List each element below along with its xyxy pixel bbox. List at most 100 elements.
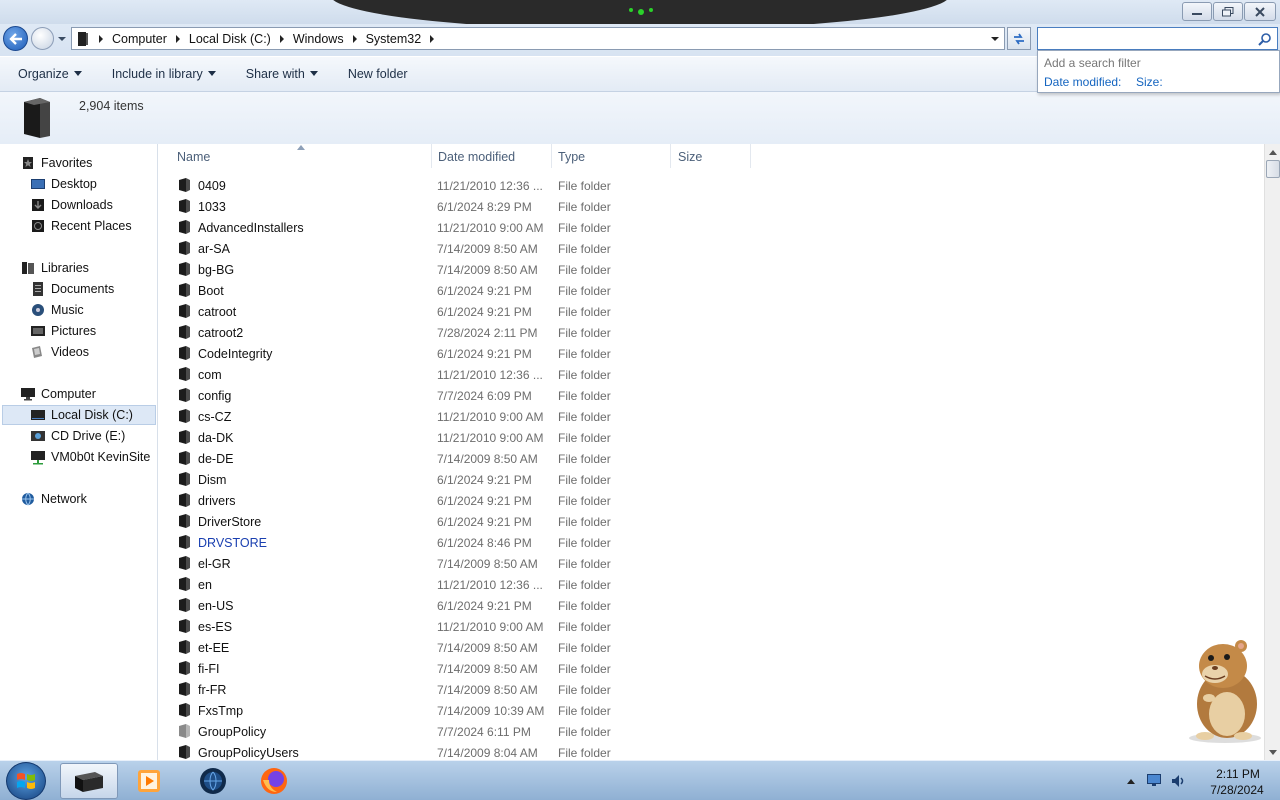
file-type: File folder [558, 431, 611, 445]
minimize-button[interactable] [1182, 2, 1212, 21]
file-date-modified: 6/1/2024 9:21 PM [437, 284, 532, 298]
taskbar-browser[interactable] [184, 763, 242, 799]
file-row[interactable]: fi-FI 7/14/2009 8:50 AM File folder [159, 658, 1264, 679]
file-row[interactable]: et-EE 7/14/2009 8:50 AM File folder [159, 637, 1264, 658]
scroll-down-button[interactable] [1265, 744, 1280, 760]
close-button[interactable] [1244, 2, 1276, 21]
file-row[interactable]: en-US 6/1/2024 9:21 PM File folder [159, 595, 1264, 616]
column-size[interactable]: Size [678, 150, 702, 164]
folder-icon [179, 661, 190, 675]
file-row[interactable]: de-DE 7/14/2009 8:50 AM File folder [159, 448, 1264, 469]
breadcrumb-root[interactable] [90, 34, 112, 44]
column-divider[interactable] [670, 144, 671, 168]
column-type[interactable]: Type [558, 150, 585, 164]
nav-documents[interactable]: Documents [30, 279, 114, 299]
column-divider[interactable] [431, 144, 432, 168]
share-with-menu[interactable]: Share with [246, 67, 318, 81]
column-divider[interactable] [551, 144, 552, 168]
nav-favorites[interactable]: Favorites [20, 153, 92, 173]
libraries-icon [22, 262, 34, 274]
scroll-up-button[interactable] [1265, 144, 1280, 160]
column-divider[interactable] [750, 144, 751, 168]
nav-local-disk[interactable]: Local Disk (C:) [2, 405, 156, 425]
file-row[interactable]: el-GR 7/14/2009 8:50 AM File folder [159, 553, 1264, 574]
nav-network-share[interactable]: VM0b0t KevinSite [30, 447, 150, 467]
search-icon[interactable] [1258, 32, 1272, 46]
nav-downloads[interactable]: Downloads [30, 195, 113, 215]
nav-recent-places[interactable]: Recent Places [30, 216, 132, 236]
new-folder-button[interactable]: New folder [348, 67, 408, 81]
file-row[interactable]: catroot 6/1/2024 9:21 PM File folder [159, 301, 1264, 322]
file-row[interactable]: GroupPolicyUsers 7/14/2009 8:04 AM File fo… [159, 742, 1264, 760]
file-row[interactable]: DriverStore 6/1/2024 9:21 PM File folder [159, 511, 1264, 532]
include-in-library-menu[interactable]: Include in library [112, 67, 216, 81]
filter-date-modified[interactable]: Date modified: [1044, 75, 1121, 89]
file-row[interactable]: FxsTmp 7/14/2009 10:39 AM File folder [159, 700, 1264, 721]
search-input[interactable] [1037, 27, 1278, 50]
restore-button[interactable] [1213, 2, 1243, 21]
file-row[interactable]: 0409 11/21/2010 12:36 ... File folder [159, 175, 1264, 196]
firefox-icon [261, 768, 287, 794]
vertical-scrollbar[interactable] [1264, 144, 1280, 760]
file-row[interactable]: drivers 6/1/2024 9:21 PM File folder [159, 490, 1264, 511]
taskbar-firefox[interactable] [245, 763, 303, 799]
back-button[interactable] [3, 26, 28, 51]
nav-desktop[interactable]: Desktop [30, 174, 97, 194]
file-row[interactable]: 1033 6/1/2024 8:29 PM File folder [159, 196, 1264, 217]
file-row[interactable]: en 11/21/2010 12:36 ... File folder [159, 574, 1264, 595]
taskbar-explorer[interactable] [60, 763, 118, 799]
forward-button[interactable] [31, 27, 54, 50]
organize-menu[interactable]: Organize [18, 67, 82, 81]
file-row[interactable]: DRVSTORE 6/1/2024 8:46 PM File folder [159, 532, 1264, 553]
address-bar[interactable]: Computer Local Disk (C:) Windows System3… [71, 27, 1005, 50]
clock-time[interactable]: 2:11 PM [1208, 767, 1268, 781]
file-row[interactable]: Boot 6/1/2024 9:21 PM File folder [159, 280, 1264, 301]
show-hidden-icons-icon[interactable] [1126, 777, 1136, 785]
file-date-modified: 11/21/2010 9:00 AM [437, 431, 544, 445]
breadcrumb-windows[interactable]: Windows [293, 32, 366, 46]
breadcrumb-system32[interactable]: System32 [366, 32, 444, 46]
nav-network[interactable]: Network [20, 489, 87, 509]
network-status-icon[interactable] [1146, 773, 1162, 787]
column-date-modified[interactable]: Date modified [438, 150, 515, 164]
file-row[interactable]: fr-FR 7/14/2009 8:50 AM File folder [159, 679, 1264, 700]
breadcrumb-computer[interactable]: Computer [112, 32, 189, 46]
nav-music[interactable]: Music [30, 300, 84, 320]
nav-videos[interactable]: Videos [30, 342, 89, 362]
file-row[interactable]: CodeIntegrity 6/1/2024 9:21 PM File folder [159, 343, 1264, 364]
refresh-button[interactable] [1007, 27, 1031, 50]
pictures-icon [31, 326, 45, 336]
start-button[interactable] [6, 762, 46, 800]
file-row[interactable]: GroupPolicy 7/7/2024 6:11 PM File folder [159, 721, 1264, 742]
file-date-modified: 6/1/2024 9:21 PM [437, 599, 532, 613]
filter-size[interactable]: Size: [1136, 75, 1163, 89]
file-row[interactable]: es-ES 11/21/2010 9:00 AM File folder [159, 616, 1264, 637]
clock-date[interactable]: 7/28/2024 [1202, 783, 1272, 797]
sort-ascending-icon [297, 145, 305, 150]
file-row[interactable]: ar-SA 7/14/2009 8:50 AM File folder [159, 238, 1264, 259]
file-name: GroupPolicyUsers [198, 746, 299, 760]
folder-icon [179, 199, 190, 213]
nav-libraries[interactable]: Libraries [20, 258, 89, 278]
file-row[interactable]: com 11/21/2010 12:36 ... File folder [159, 364, 1264, 385]
volume-icon[interactable] [1170, 773, 1186, 789]
file-row[interactable]: cs-CZ 11/21/2010 9:00 AM File folder [159, 406, 1264, 427]
file-row[interactable]: da-DK 11/21/2010 9:00 AM File folder [159, 427, 1264, 448]
folder-icon [179, 472, 190, 486]
file-row[interactable]: bg-BG 7/14/2009 8:50 AM File folder [159, 259, 1264, 280]
scroll-thumb[interactable] [1266, 160, 1280, 178]
nav-computer[interactable]: Computer [20, 384, 96, 404]
taskbar-media-player[interactable] [120, 763, 178, 799]
file-row[interactable]: Dism 6/1/2024 9:21 PM File folder [159, 469, 1264, 490]
address-history-dropdown-icon[interactable] [990, 34, 1000, 44]
nav-cd-drive[interactable]: CD Drive (E:) [30, 426, 125, 446]
recent-pages-dropdown-icon[interactable] [57, 34, 67, 44]
file-row[interactable]: catroot2 7/28/2024 2:11 PM File folder [159, 322, 1264, 343]
column-name[interactable]: Name [177, 150, 210, 164]
file-row[interactable]: AdvancedInstallers 11/21/2010 9:00 AM File… [159, 217, 1264, 238]
folder-icon [179, 745, 190, 759]
chevron-right-icon [99, 34, 103, 43]
file-row[interactable]: config 7/7/2024 6:09 PM File folder [159, 385, 1264, 406]
breadcrumb-local-disk[interactable]: Local Disk (C:) [189, 32, 293, 46]
nav-pictures[interactable]: Pictures [30, 321, 96, 341]
